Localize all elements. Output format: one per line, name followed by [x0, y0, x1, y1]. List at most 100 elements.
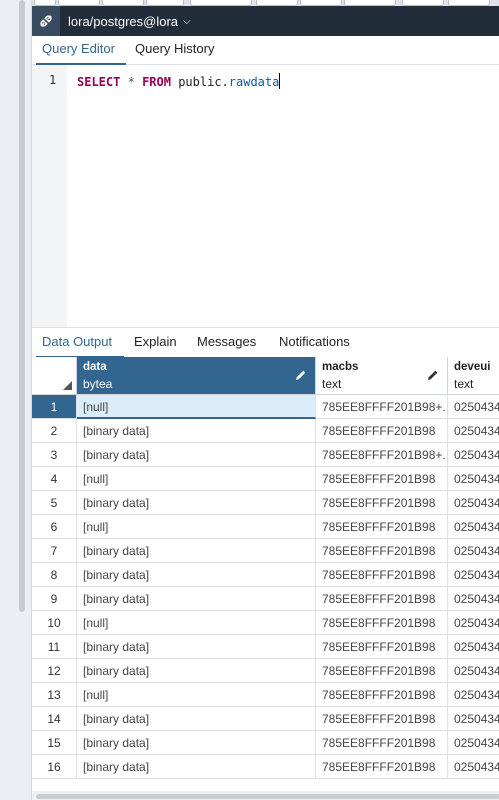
row-number-cell[interactable]: 7 [32, 539, 77, 563]
connection-label[interactable]: lora/postgres@lora [68, 14, 178, 29]
cell-deveui[interactable]: 0250434 [448, 539, 499, 563]
table-row[interactable]: 2 [binary data] 785EE8FFFF201B98 0250434 [32, 419, 499, 443]
sql-code-line[interactable]: SELECT * FROM public.rawdata [77, 73, 281, 89]
cell-data[interactable]: [binary data] [77, 707, 316, 731]
cell-deveui[interactable]: 0250434 [448, 587, 499, 611]
row-number-cell[interactable]: 8 [32, 563, 77, 587]
row-number-cell[interactable]: 3 [32, 443, 77, 467]
horizontal-scrollbar[interactable] [32, 791, 499, 800]
select-all-corner[interactable] [32, 357, 77, 395]
cell-deveui[interactable]: 0250434 [448, 467, 499, 491]
tab-explain[interactable]: Explain [134, 334, 177, 349]
cell-macbs[interactable]: 785EE8FFFF201B98+... [316, 395, 448, 419]
chevron-down-icon[interactable]: ⌵ [183, 16, 191, 27]
table-row[interactable]: 5 [binary data] 785EE8FFFF201B98 0250434 [32, 491, 499, 515]
cell-deveui[interactable]: 0250434 [448, 443, 499, 467]
cell-deveui[interactable]: 0250434 [448, 419, 499, 443]
cell-deveui[interactable]: 0250434 [448, 395, 499, 419]
column-header-deveui[interactable]: deveui text [448, 357, 499, 395]
cell-data[interactable]: [null] [77, 683, 316, 707]
table-row[interactable]: 13 [null] 785EE8FFFF201B98 0250434 [32, 683, 499, 707]
cell-data[interactable]: [null] [77, 515, 316, 539]
cell-deveui[interactable]: 0250434 [448, 635, 499, 659]
column-header-data[interactable]: data bytea [77, 357, 316, 395]
cell-deveui[interactable]: 0250434 [448, 491, 499, 515]
cell-data[interactable]: [binary data] [77, 635, 316, 659]
table-row[interactable]: 12 [binary data] 785EE8FFFF201B98 0250434 [32, 659, 499, 683]
cell-data[interactable]: [null] [77, 395, 316, 419]
cell-deveui[interactable]: 0250434 [448, 707, 499, 731]
connection-bar[interactable]: lora/postgres@lora ⌵ [32, 6, 499, 36]
table-row[interactable]: 6 [null] 785EE8FFFF201B98 0250434 [32, 515, 499, 539]
row-number-cell[interactable]: 16 [32, 755, 77, 779]
cell-data[interactable]: [null] [77, 611, 316, 635]
cell-deveui[interactable]: 0250434 [448, 611, 499, 635]
cell-data[interactable]: [binary data] [77, 563, 316, 587]
row-number-cell[interactable]: 5 [32, 491, 77, 515]
table-row[interactable]: 1 [null] 785EE8FFFF201B98+... 0250434 [32, 395, 499, 419]
table-row[interactable]: 3 [binary data] 785EE8FFFF201B98+... 025043… [32, 443, 499, 467]
cell-deveui[interactable]: 0250434 [448, 563, 499, 587]
cell-deveui[interactable]: 0250434 [448, 755, 499, 779]
vertical-scrollbar-thumb[interactable] [19, 0, 25, 612]
tab-data-output[interactable]: Data Output [42, 334, 112, 349]
row-number-cell[interactable]: 9 [32, 587, 77, 611]
table-row[interactable]: 16 [binary data] 785EE8FFFF201B98 0250434 [32, 755, 499, 779]
cell-macbs[interactable]: 785EE8FFFF201B98 [316, 587, 448, 611]
column-header-macbs[interactable]: macbs text [316, 357, 448, 395]
cell-macbs[interactable]: 785EE8FFFF201B98 [316, 539, 448, 563]
tab-query-editor[interactable]: Query Editor [42, 41, 115, 56]
cell-macbs[interactable]: 785EE8FFFF201B98 [316, 419, 448, 443]
pencil-icon[interactable] [427, 369, 439, 381]
sql-editor[interactable]: 1 SELECT * FROM public.rawdata [32, 65, 499, 327]
row-number-cell[interactable]: 6 [32, 515, 77, 539]
table-row[interactable]: 10 [null] 785EE8FFFF201B98 0250434 [32, 611, 499, 635]
row-number-cell[interactable]: 12 [32, 659, 77, 683]
row-number-cell[interactable]: 14 [32, 707, 77, 731]
table-row[interactable]: 14 [binary data] 785EE8FFFF201B98 0250434 [32, 707, 499, 731]
row-number-cell[interactable]: 2 [32, 419, 77, 443]
row-number-cell[interactable]: 10 [32, 611, 77, 635]
cell-data[interactable]: [binary data] [77, 539, 316, 563]
cell-data[interactable]: [binary data] [77, 659, 316, 683]
row-number-cell[interactable]: 13 [32, 683, 77, 707]
cell-macbs[interactable]: 785EE8FFFF201B98+... [316, 443, 448, 467]
tab-query-history[interactable]: Query History [135, 41, 214, 56]
cell-macbs[interactable]: 785EE8FFFF201B98 [316, 467, 448, 491]
horizontal-scrollbar-thumb[interactable] [36, 794, 499, 799]
cell-data[interactable]: [binary data] [77, 491, 316, 515]
cell-data[interactable]: [binary data] [77, 755, 316, 779]
cell-macbs[interactable]: 785EE8FFFF201B98 [316, 491, 448, 515]
cell-macbs[interactable]: 785EE8FFFF201B98 [316, 659, 448, 683]
cell-macbs[interactable]: 785EE8FFFF201B98 [316, 731, 448, 755]
table-row[interactable]: 11 [binary data] 785EE8FFFF201B98 0250434 [32, 635, 499, 659]
cell-deveui[interactable]: 0250434 [448, 731, 499, 755]
tab-notifications[interactable]: Notifications [279, 334, 350, 349]
cell-data[interactable]: [null] [77, 467, 316, 491]
table-row[interactable]: 7 [binary data] 785EE8FFFF201B98 0250434 [32, 539, 499, 563]
cell-data[interactable]: [binary data] [77, 419, 316, 443]
table-row[interactable]: 8 [binary data] 785EE8FFFF201B98 0250434 [32, 563, 499, 587]
row-number-cell[interactable]: 11 [32, 635, 77, 659]
pencil-icon[interactable] [295, 369, 307, 381]
cell-deveui[interactable]: 0250434 [448, 659, 499, 683]
cell-macbs[interactable]: 785EE8FFFF201B98 [316, 755, 448, 779]
cell-macbs[interactable]: 785EE8FFFF201B98 [316, 515, 448, 539]
cell-macbs[interactable]: 785EE8FFFF201B98 [316, 707, 448, 731]
cell-macbs[interactable]: 785EE8FFFF201B98 [316, 611, 448, 635]
table-row[interactable]: 4 [null] 785EE8FFFF201B98 0250434 [32, 467, 499, 491]
cell-data[interactable]: [binary data] [77, 731, 316, 755]
row-number-cell[interactable]: 15 [32, 731, 77, 755]
cell-deveui[interactable]: 0250434 [448, 683, 499, 707]
cell-macbs[interactable]: 785EE8FFFF201B98 [316, 683, 448, 707]
cell-deveui[interactable]: 0250434 [448, 515, 499, 539]
row-number-cell[interactable]: 4 [32, 467, 77, 491]
row-number-cell[interactable]: 1 [32, 395, 77, 419]
cell-macbs[interactable]: 785EE8FFFF201B98 [316, 563, 448, 587]
cell-macbs[interactable]: 785EE8FFFF201B98 [316, 635, 448, 659]
cell-data[interactable]: [binary data] [77, 587, 316, 611]
cell-data[interactable]: [binary data] [77, 443, 316, 467]
tab-messages[interactable]: Messages [197, 334, 256, 349]
table-row[interactable]: 9 [binary data] 785EE8FFFF201B98 0250434 [32, 587, 499, 611]
table-row[interactable]: 15 [binary data] 785EE8FFFF201B98 0250434 [32, 731, 499, 755]
